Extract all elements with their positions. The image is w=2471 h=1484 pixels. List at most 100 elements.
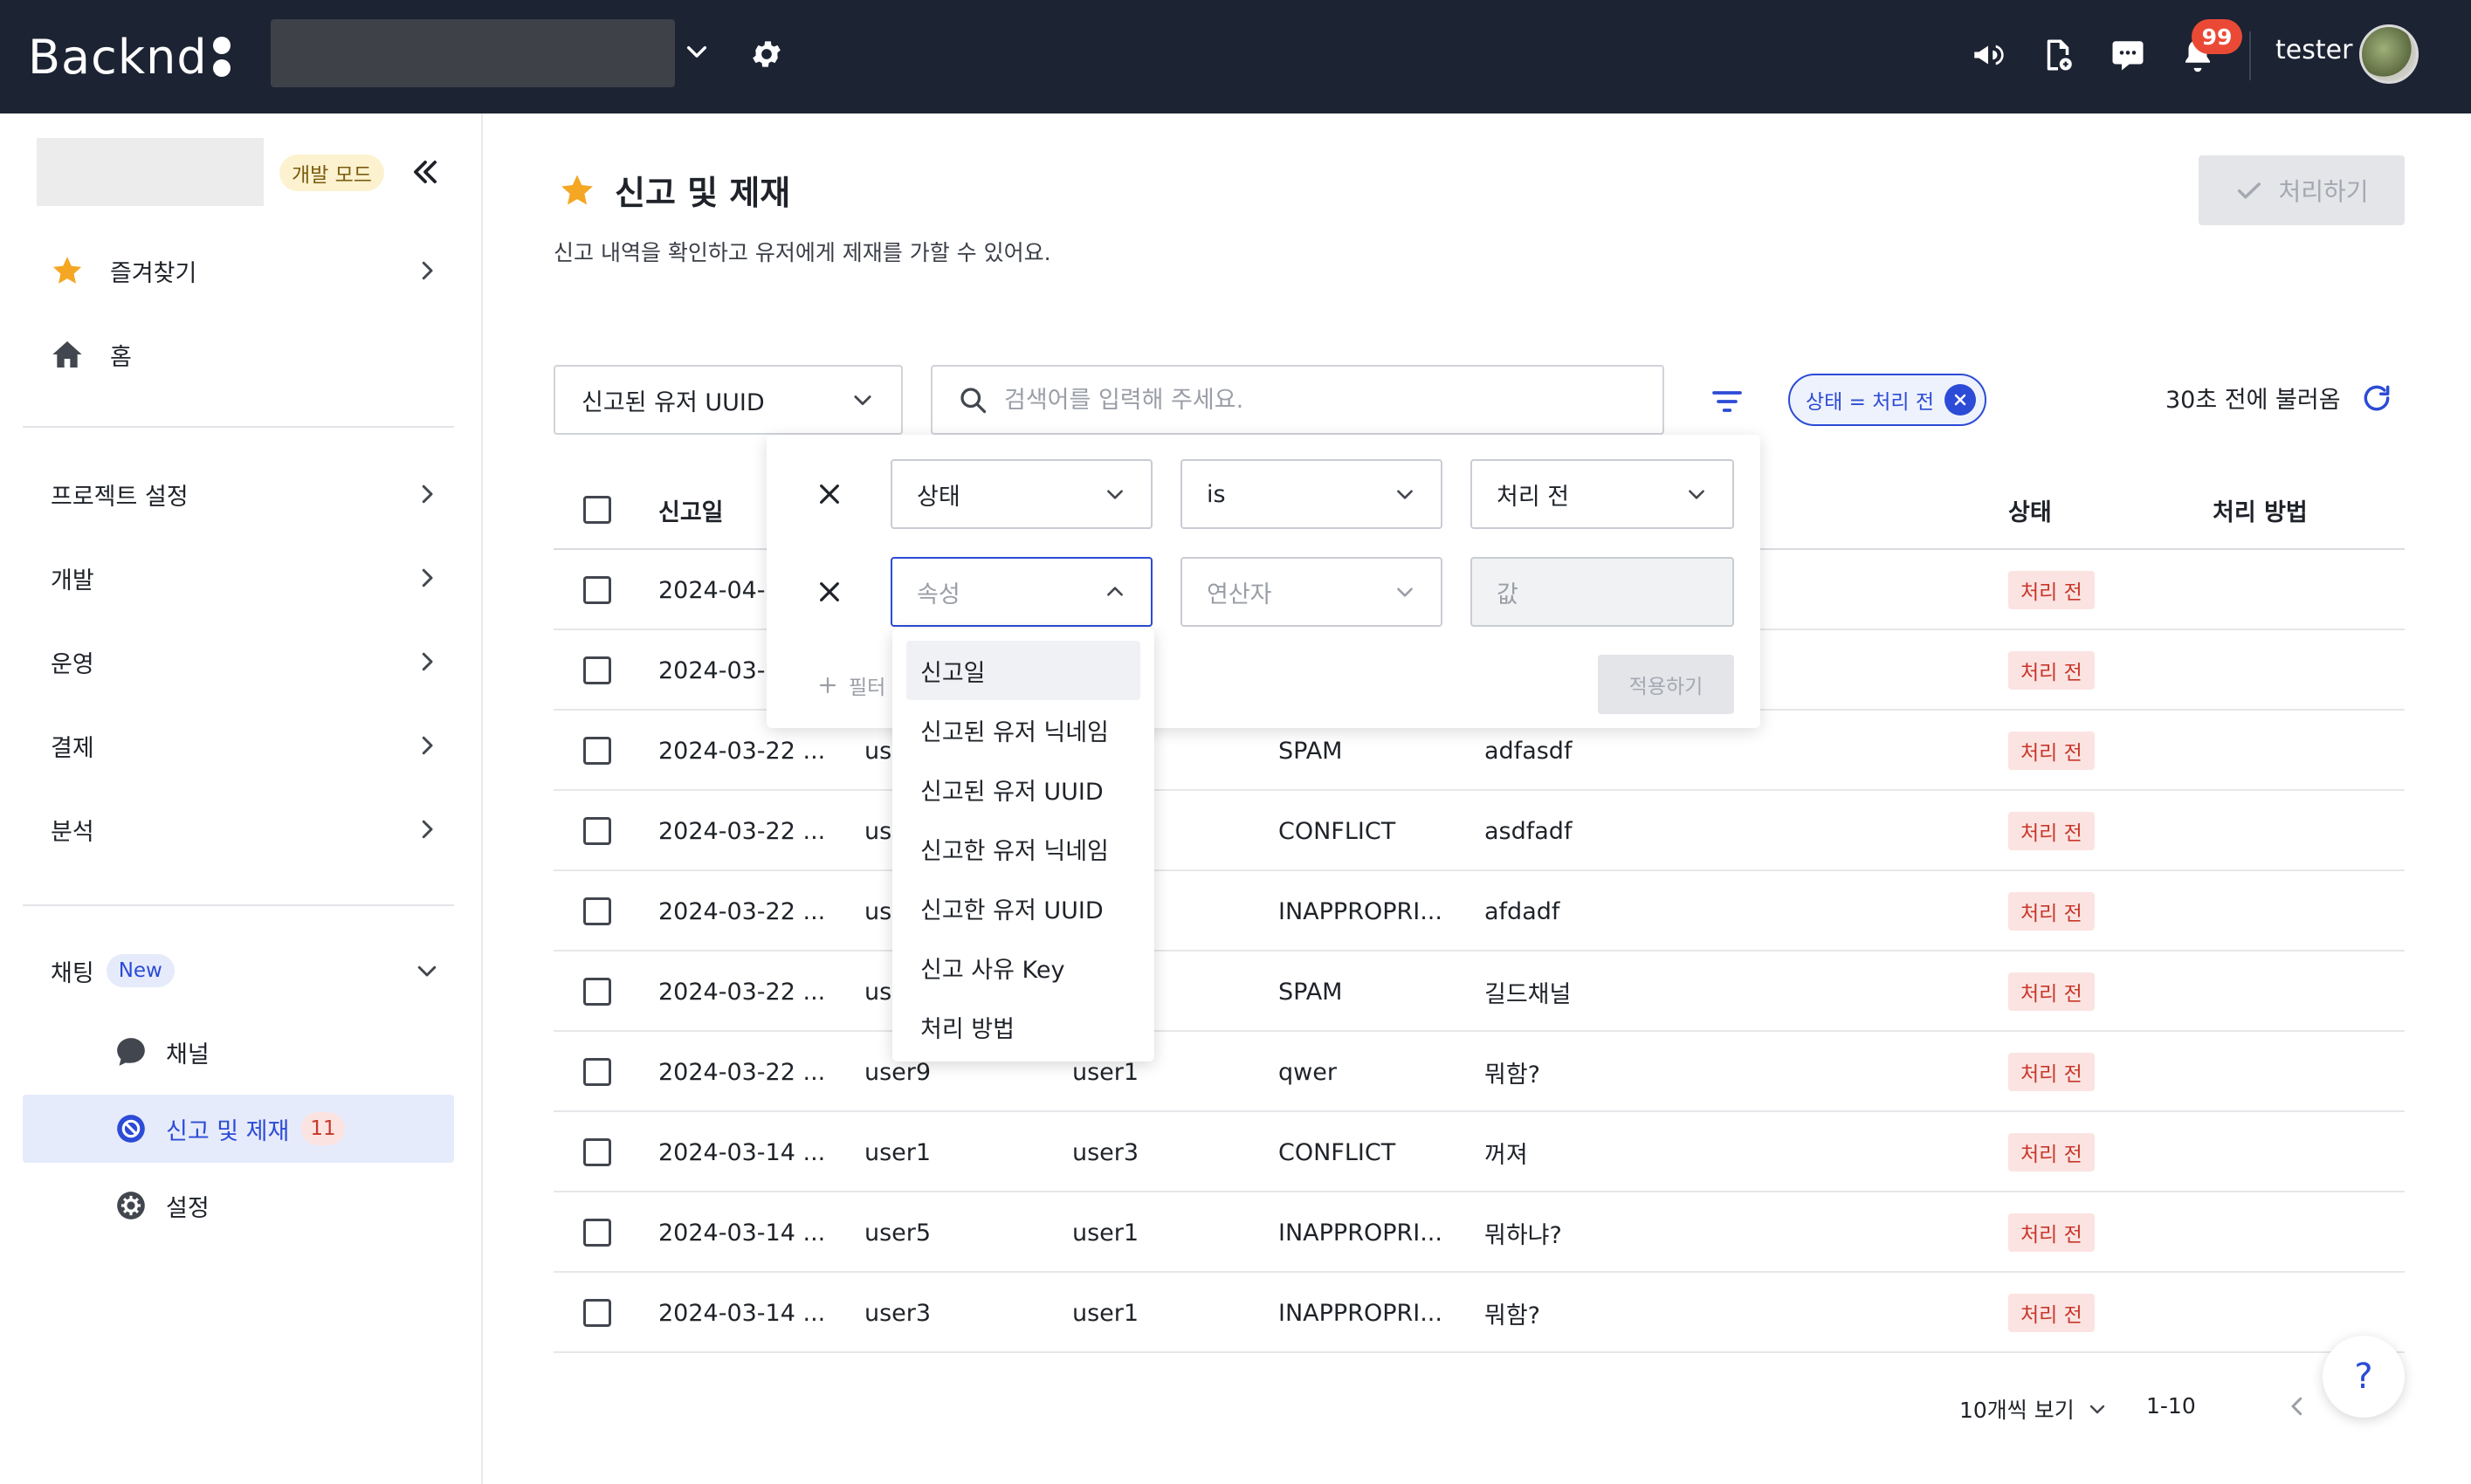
sidebar-item-chatting[interactable]: 채팅 New [23, 936, 454, 1006]
page-title: 신고 및 제재 [559, 166, 790, 214]
username[interactable]: tester [2275, 35, 2352, 65]
top-bar: Backnd 99 tester [0, 0, 2471, 113]
ban-icon [114, 1111, 148, 1146]
close-icon[interactable] [1944, 384, 1977, 416]
sidebar-item-development[interactable]: 개발 [23, 543, 454, 613]
apply-filter-button[interactable]: 적용하기 [1598, 655, 1734, 714]
filter-value-input-new[interactable]: 값 [1470, 557, 1734, 627]
dropdown-option[interactable]: 처리 방법 [906, 997, 1140, 1056]
status-badge: 처리 전 [2008, 571, 2095, 609]
refresh-icon[interactable] [2360, 381, 2393, 415]
column-header-status[interactable]: 상태 [2008, 470, 2052, 550]
search-field-select[interactable]: 신고된 유저 UUID [554, 365, 903, 435]
sidebar-item-label: 결제 [51, 734, 94, 762]
sidebar-item-project-settings[interactable]: 프로젝트 설정 [23, 459, 454, 529]
filter-icon[interactable] [1710, 384, 1745, 419]
remove-filter-icon[interactable] [816, 480, 843, 508]
sidebar-item-analytics[interactable]: 분석 [23, 794, 454, 864]
document-icon[interactable] [2040, 37, 2076, 73]
column-header-action[interactable]: 처리 방법 [2213, 470, 2308, 550]
sidebar-item-operations[interactable]: 운영 [23, 627, 454, 697]
cell-date: 2024-03-22 ... [658, 897, 826, 925]
filter-chip[interactable]: 상태 = 처리 전 [1788, 374, 1987, 426]
filter-operator-select[interactable]: is [1180, 459, 1442, 529]
sidebar-item-settings[interactable]: 설정 [23, 1171, 454, 1240]
page-size-select[interactable]: 10개씩 보기 [1959, 1393, 2108, 1425]
gear-icon [114, 1188, 148, 1223]
dropdown-option[interactable]: 신고일 [906, 641, 1140, 700]
remove-filter-icon[interactable] [816, 578, 843, 606]
row-checkbox[interactable] [583, 817, 611, 845]
dropdown-option[interactable]: 신고 사유 Key [906, 938, 1140, 997]
check-icon [2238, 182, 2261, 199]
cell-date: 2024-04- [658, 576, 766, 604]
cell-reason: qwer [1278, 1058, 1337, 1086]
chat-bubble-icon [114, 1034, 148, 1069]
sidebar-item-channel[interactable]: 채널 [23, 1018, 454, 1086]
chevron-down-icon[interactable] [683, 38, 711, 66]
select-all-checkbox[interactable] [583, 496, 611, 524]
row-checkbox[interactable] [583, 656, 611, 684]
filter-attribute-select-new[interactable]: 속성 [891, 557, 1153, 627]
project-select[interactable] [271, 19, 675, 87]
filter-attribute-select[interactable]: 상태 [891, 459, 1153, 529]
sidebar-item-label: 설정 [166, 1194, 210, 1222]
chat-icon[interactable] [2110, 37, 2146, 73]
cell-reason: CONFLICT [1278, 1138, 1396, 1166]
sidebar-item-favorites[interactable]: 즐겨찾기 [23, 236, 454, 306]
divider [2249, 31, 2251, 80]
table-row[interactable]: 2024-03-14 ... user5 user1 INAPPROPRI... 뭐하냐… [554, 1192, 2405, 1273]
sidebar-item-label: 홈 [110, 343, 132, 371]
gear-icon[interactable] [749, 37, 784, 72]
filter-attribute-placeholder: 속성 [917, 581, 960, 608]
avatar[interactable] [2359, 24, 2419, 84]
dropdown-option[interactable]: 신고된 유저 닉네임 [906, 700, 1140, 759]
sidebar-item-home[interactable]: 홈 [23, 319, 454, 389]
row-checkbox[interactable] [583, 1058, 611, 1086]
collapse-sidebar-icon[interactable] [409, 155, 442, 189]
status-badge: 처리 전 [2008, 1053, 2095, 1091]
column-header-date[interactable]: 신고일 [658, 470, 724, 550]
chevron-right-icon [422, 652, 433, 671]
sidebar-item-reports[interactable]: 신고 및 제재 11 [23, 1095, 454, 1163]
cell-reported-user: user1 [864, 1138, 932, 1166]
chevron-down-icon [854, 395, 871, 406]
page-size-label: 10개씩 보기 [1959, 1398, 2075, 1423]
status-badge: 처리 전 [2008, 732, 2095, 770]
new-badge: New [106, 954, 175, 987]
dropdown-option[interactable]: 신고한 유저 UUID [906, 878, 1140, 938]
row-checkbox[interactable] [583, 978, 611, 1006]
cell-reported-user: us [864, 897, 892, 925]
plus-icon [819, 677, 836, 694]
prev-page-icon[interactable] [2284, 1393, 2310, 1419]
dropdown-option[interactable]: 신고된 유저 UUID [906, 759, 1140, 819]
table-row[interactable]: 2024-03-22 ... user9 user1 qwer 뭐함? 처리 전 [554, 1032, 2405, 1112]
divider [23, 904, 454, 906]
row-checkbox[interactable] [583, 737, 611, 765]
row-checkbox[interactable] [583, 897, 611, 925]
help-button[interactable]: ? [2323, 1336, 2405, 1418]
table-row[interactable]: 2024-03-14 ... user1 user3 CONFLICT 꺼져 처리 전 [554, 1112, 2405, 1192]
table-row[interactable]: 2024-03-14 ... user3 user1 INAPPROPRI... 뭐함?… [554, 1273, 2405, 1353]
row-checkbox[interactable] [583, 1219, 611, 1247]
row-checkbox[interactable] [583, 1299, 611, 1327]
filter-value-value: 처리 전 [1497, 483, 1570, 511]
cell-reporter-user: user3 [1072, 1138, 1139, 1166]
row-checkbox[interactable] [583, 576, 611, 604]
add-filter-button[interactable]: 필터 [817, 670, 885, 700]
table-row[interactable]: 2024-03-22 ... us SPAM 길드채널 처리 전 [554, 952, 2405, 1032]
search-input[interactable] [1004, 386, 1615, 414]
process-button[interactable]: 처리하기 [2199, 155, 2405, 225]
table-row[interactable]: 2024-03-22 ... us INAPPROPRI... afdadf 처리 전 [554, 871, 2405, 952]
filter-operator-select-new[interactable]: 연산자 [1180, 557, 1442, 627]
table-row[interactable]: 2024-03-22 ... us CONFLICT asdfadf 처리 전 [554, 791, 2405, 871]
row-checkbox[interactable] [583, 1138, 611, 1166]
sidebar-item-label: 채널 [166, 1041, 210, 1068]
cell-message: 뭐하냐? [1484, 1221, 1562, 1249]
star-icon[interactable] [559, 172, 595, 209]
sidebar-item-payment[interactable]: 결제 [23, 711, 454, 780]
logo[interactable]: Backnd [28, 26, 231, 87]
dropdown-option[interactable]: 신고한 유저 닉네임 [906, 819, 1140, 878]
megaphone-icon[interactable] [1970, 37, 2006, 73]
filter-value-select[interactable]: 처리 전 [1470, 459, 1734, 529]
